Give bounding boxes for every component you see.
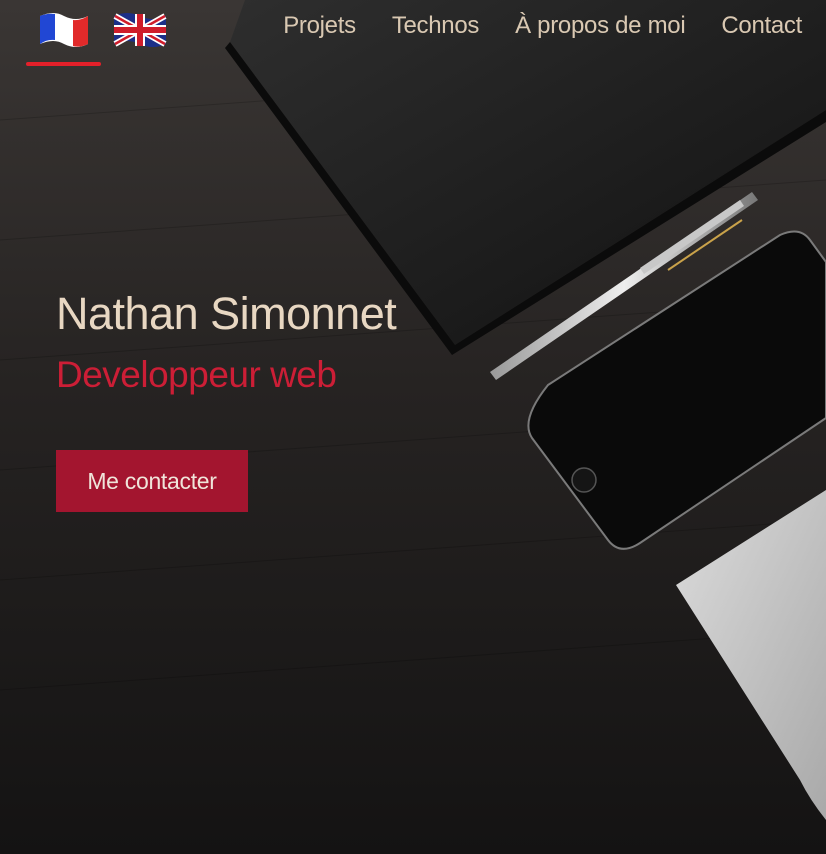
hero-role: Developpeur web [56,354,337,395]
contact-button[interactable]: Me contacter [56,450,248,512]
nav-link-a-propos[interactable]: À propos de moi [515,12,686,40]
active-language-indicator [26,62,101,66]
nav-link-projets[interactable]: Projets [283,12,356,40]
main-nav: Projets Technos À propos de moi Contact [283,12,802,40]
hero-name: Nathan Simonnet [56,288,397,339]
uk-flag-icon[interactable] [112,10,168,50]
nav-link-technos[interactable]: Technos [392,12,480,40]
hero-background-image [0,0,826,854]
france-flag-icon[interactable] [36,10,92,50]
nav-link-contact[interactable]: Contact [721,12,802,40]
